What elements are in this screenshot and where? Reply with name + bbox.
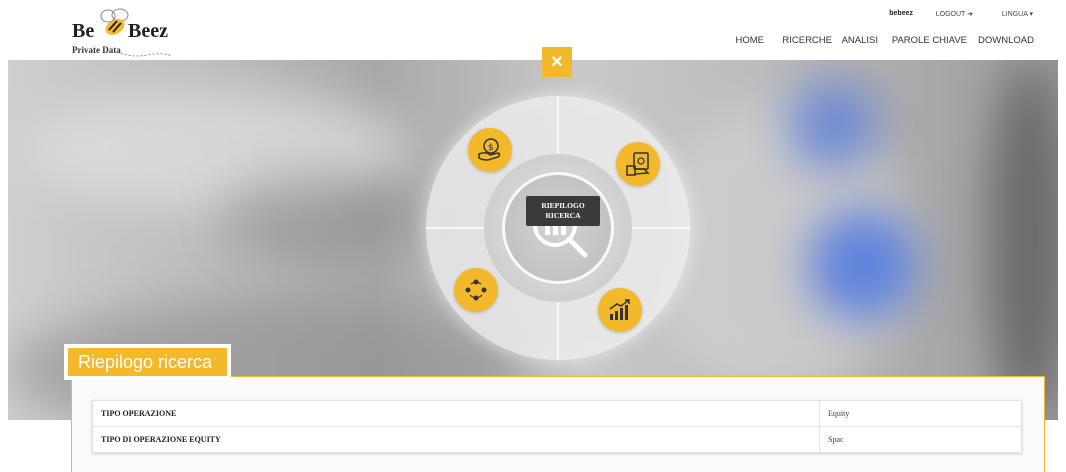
- bee-trail-icon: [117, 51, 172, 57]
- radial-action-network[interactable]: [454, 268, 498, 312]
- people-network-icon: [465, 279, 487, 301]
- radial-action-growth[interactable]: [598, 288, 642, 332]
- radial-center[interactable]: RIEPILOGO RICERCA: [484, 154, 632, 302]
- logo-word-right: Beez: [128, 20, 168, 42]
- svg-text:$: $: [488, 143, 494, 153]
- bebeez-logo[interactable]: Be Beez Private Data: [72, 8, 182, 58]
- user-links: bebeez LOGOUT ➜ LINGUA ▾: [873, 10, 1033, 22]
- table-row: TIPO DI OPERAZIONE EQUITY Spac: [92, 426, 1022, 453]
- table-row: TIPO OPERAZIONE Equity: [92, 400, 1022, 427]
- tooltip-line-1: RIEPILOGO: [541, 201, 585, 210]
- center-tooltip: RIEPILOGO RICERCA: [526, 196, 600, 226]
- site-header: Be Beez Private Data bebeez LOGOUT ➜ LIN…: [0, 0, 1066, 60]
- nav-download[interactable]: DOWNLOAD: [978, 35, 1034, 46]
- section-title-tab: Riepilogo ricerca: [64, 344, 231, 380]
- radial-menu: RIEPILOGO RICERCA $: [426, 96, 690, 360]
- logo-word-left: Be: [72, 20, 95, 42]
- summary-panel: TIPO OPERAZIONE Equity TIPO DI OPERAZION…: [71, 376, 1045, 472]
- row-key: TIPO OPERAZIONE: [92, 400, 820, 427]
- nav-analisi[interactable]: ANALISI: [842, 35, 878, 46]
- logout-label: LOGOUT: [935, 11, 966, 18]
- handshake-coin-icon: $: [478, 138, 501, 161]
- logo-subtitle: Private Data: [72, 45, 121, 55]
- caret-down-icon: ▾: [1029, 11, 1033, 18]
- section-title: Riepilogo ricerca: [68, 348, 227, 376]
- nav-home[interactable]: HOME: [736, 35, 765, 46]
- money-hand-icon: [626, 152, 650, 176]
- main-nav: HOME RICERCHE ANALISI PAROLE CHIAVE DOWN…: [734, 35, 1035, 49]
- logout-icon: ➜: [967, 11, 973, 18]
- radial-action-money[interactable]: [616, 142, 660, 186]
- language-label: LINGUA: [1001, 11, 1028, 18]
- bee-icon: [100, 8, 129, 35]
- row-value: Equity: [819, 400, 1022, 427]
- nav-parole-chiave[interactable]: PAROLE CHIAVE: [892, 35, 967, 46]
- username[interactable]: bebeez: [889, 10, 913, 17]
- row-value: Spac: [819, 426, 1022, 453]
- logout-link[interactable]: LOGOUT ➜: [936, 10, 973, 18]
- language-dropdown[interactable]: LINGUA ▾: [1002, 10, 1033, 18]
- row-key: TIPO DI OPERAZIONE EQUITY: [92, 426, 820, 453]
- tooltip-line-2: RICERCA: [545, 211, 581, 220]
- close-menu-button[interactable]: ×: [542, 47, 572, 77]
- nav-ricerche[interactable]: RICERCHE: [782, 35, 832, 46]
- radial-action-deal[interactable]: $: [468, 128, 512, 172]
- summary-table: TIPO OPERAZIONE Equity TIPO DI OPERAZION…: [92, 400, 1022, 453]
- growth-chart-icon: [609, 299, 630, 320]
